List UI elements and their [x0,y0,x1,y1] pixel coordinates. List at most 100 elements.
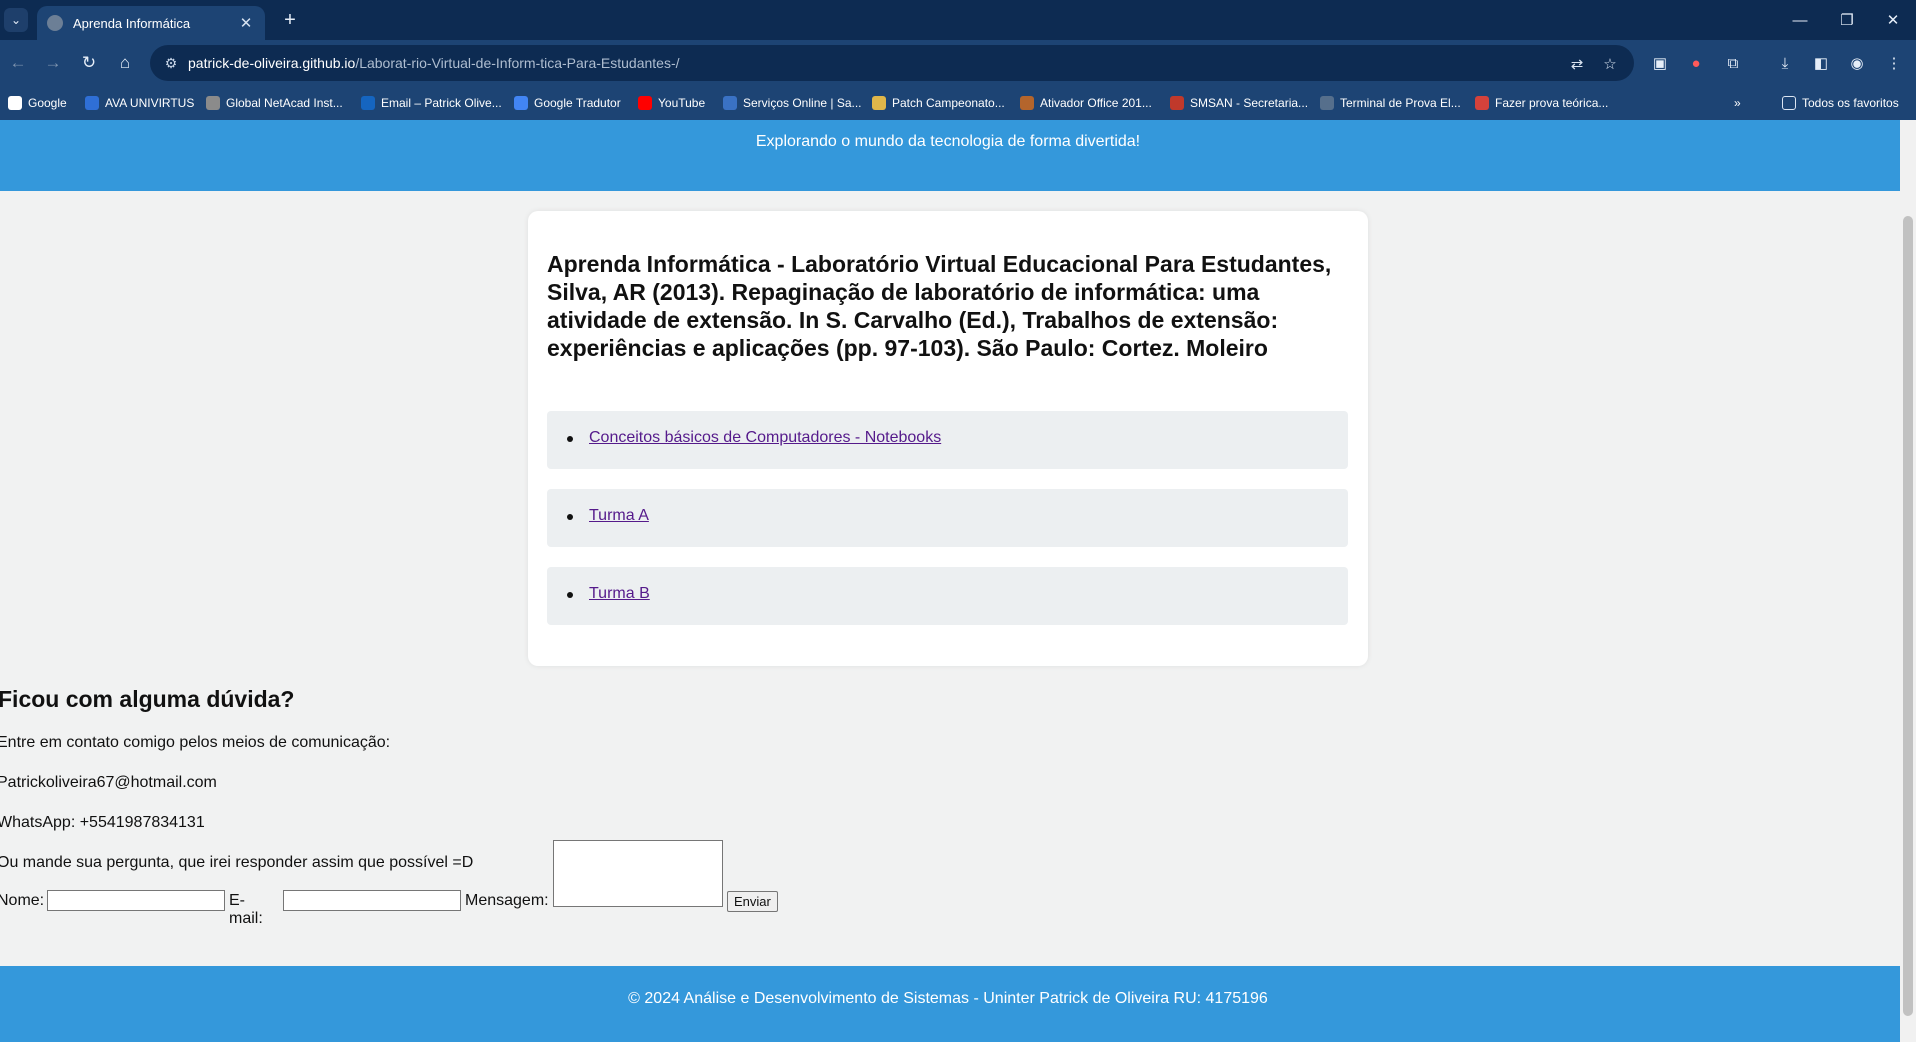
restore-icon: ❐ [1840,12,1854,29]
link-turma-b[interactable]: Turma B [589,585,650,603]
bookmark-favicon-icon [1170,96,1184,110]
avatar[interactable]: ◉ [1845,51,1869,75]
back-button[interactable]: ← [4,49,32,77]
reload-button[interactable]: ↻ [75,49,103,77]
bookmark-label: Email – Patrick Olive... [381,96,502,110]
card-title: Aprenda Informática - Laboratório Virtua… [547,251,1332,361]
translate-icon[interactable]: ⇄ [1566,53,1588,75]
all-bookmarks-label: Todos os favoritos [1802,96,1899,110]
list-item: Conceitos básicos de Computadores - Note… [547,411,1348,469]
bookmark-label: Terminal de Prova El... [1340,96,1461,110]
bookmark-item[interactable]: Patch Campeonato... [872,94,1005,112]
site-footer: © 2024 Análise e Desenvolvimento de Sist… [0,966,1900,1042]
globe-icon [47,15,63,31]
footer-text: © 2024 Análise e Desenvolvimento de Sist… [628,990,1268,1007]
page-viewport: Explorando o mundo da tecnologia de form… [0,120,1916,1042]
bookmark-item[interactable]: Serviços Online | Sa... [723,94,862,112]
bookmark-item[interactable]: Google Tradutor [514,94,621,112]
bookmark-item[interactable]: SMSAN - Secretaria... [1170,94,1308,112]
contact-whatsapp: WhatsApp: +5541987834131 [0,814,205,831]
site-header: Explorando o mundo da tecnologia de form… [0,120,1900,191]
menu-kebab-icon[interactable]: ⋮ [1882,51,1906,75]
reload-icon: ↻ [81,53,97,72]
bookmark-label: Patch Campeonato... [892,96,1005,110]
tab-search-button[interactable]: ⌄ [4,8,28,32]
list-item: Turma B [547,567,1348,625]
email-label: E-mail: [229,892,263,927]
contact-ask: Ou mande sua pergunta, que irei responde… [0,854,474,871]
bookmark-favicon-icon [1020,96,1034,110]
arrow-left-icon: ← [9,53,27,72]
restore-button[interactable]: ❐ [1824,4,1870,36]
extensions-icon[interactable]: ⧉ [1721,51,1745,75]
link-conceitos-basicos[interactable]: Conceitos básicos de Computadores - Note… [589,429,941,447]
close-tab-icon[interactable]: ✕ [237,14,255,32]
folder-icon [1782,96,1796,110]
download-icon[interactable]: ⤓ [1773,51,1797,75]
new-tab-button[interactable]: + [278,8,302,32]
tab-title: Aprenda Informática [73,15,191,31]
side-panel-icon[interactable]: ◧ [1809,51,1833,75]
site-info-icon[interactable]: ⚙ [154,55,188,72]
plus-icon: + [284,8,296,31]
url-path: /Laborat-rio-Virtual-de-Inform-tica-Para… [355,55,680,71]
active-tab[interactable]: Aprenda Informática ✕ [37,6,265,40]
tab-bar: ⌄ Aprenda Informática ✕ + — ❐ ✕ [0,0,1916,40]
bookmark-item[interactable]: Ativador Office 201... [1020,94,1152,112]
bookmark-label: Fazer prova teórica... [1495,96,1609,110]
bookmark-item[interactable]: AVA UNIVIRTUS [85,94,194,112]
bullet [567,514,573,520]
home-button[interactable]: ⌂ [111,49,139,77]
close-icon: ✕ [1886,12,1900,29]
arrow-right-icon: → [44,53,62,72]
bookmark-star-icon[interactable]: ☆ [1599,53,1621,75]
list-item: Turma A [547,489,1348,547]
submit-button[interactable]: Enviar [727,891,778,912]
bookmark-item[interactable]: YouTube [638,94,705,112]
bookmark-favicon-icon [872,96,886,110]
browser-toolbar: ← → ↻ ⌂ ⚙ patrick-de-oliveira.github.io/… [0,40,1916,86]
more-bookmarks-icon[interactable]: » [1734,94,1741,112]
minimize-icon: — [1792,11,1808,29]
bookmark-label: Serviços Online | Sa... [743,96,862,110]
scrollbar-thumb[interactable] [1903,216,1913,1016]
scrollbar[interactable] [1900,120,1916,1042]
contact-heading: Ficou com alguma dúvida? [0,686,295,712]
bookmark-label: Google Tradutor [534,96,621,110]
bookmark-item[interactable]: Fazer prova teórica... [1475,94,1608,112]
chevron-down-icon: ⌄ [10,13,22,27]
bookmark-favicon-icon [723,96,737,110]
name-label: Nome: [0,892,45,909]
message-field[interactable] [553,840,723,907]
bookmark-item[interactable]: Terminal de Prova El... [1320,94,1461,112]
bookmark-favicon-icon [206,96,220,110]
adblock-icon[interactable]: ● [1684,51,1708,75]
contact-email: Patrickoliveira67@hotmail.com [0,774,217,791]
link-turma-a[interactable]: Turma A [589,507,649,525]
header-tagline: Explorando o mundo da tecnologia de form… [755,133,1141,150]
home-icon: ⌂ [119,53,131,72]
bookmark-label: Ativador Office 201... [1040,96,1152,110]
minimize-button[interactable]: — [1777,4,1823,36]
url-host: patrick-de-oliveira.github.io [188,55,356,71]
bookmark-item[interactable]: Global NetAcad Inst... [206,94,343,112]
contact-intro: Entre em contato comigo pelos meios de c… [0,734,391,751]
all-bookmarks-folder[interactable]: Todos os favoritos [1782,94,1899,112]
bookmark-favicon-icon [1320,96,1334,110]
bookmark-favicon-icon [638,96,652,110]
bookmark-item[interactable]: Email – Patrick Olive... [361,94,502,112]
close-window-button[interactable]: ✕ [1870,4,1916,36]
forward-button[interactable]: → [39,49,67,77]
address-bar[interactable]: ⚙ patrick-de-oliveira.github.io/Laborat-… [150,45,1634,81]
translate-extension-icon[interactable]: ▣ [1648,51,1672,75]
bookmark-favicon-icon [1475,96,1489,110]
bookmark-favicon-icon [361,96,375,110]
bookmark-favicon-icon [514,96,528,110]
url-text[interactable]: patrick-de-oliveira.github.io/Laborat-ri… [188,55,680,71]
bookmark-label: Google [28,96,67,110]
email-field[interactable] [283,890,461,911]
bookmark-item[interactable]: Google [8,94,67,112]
bookmark-label: YouTube [658,96,706,110]
name-field[interactable] [47,890,225,911]
content-card: Aprenda Informática - Laboratório Virtua… [528,211,1368,666]
